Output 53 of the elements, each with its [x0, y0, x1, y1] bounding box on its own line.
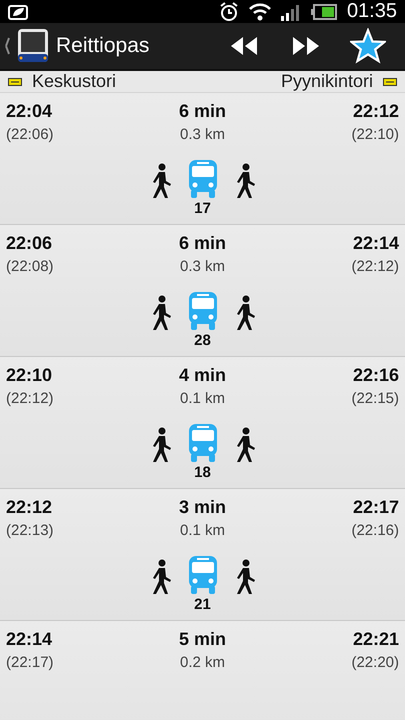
arrival-time: 22:16	[352, 365, 399, 386]
wifi-icon	[248, 2, 271, 20]
scheduled-departure: (22:06)	[6, 126, 54, 143]
arrival-time: 22:12	[352, 101, 399, 122]
arrival-time: 22:17	[352, 497, 399, 518]
departure-time: 22:10	[6, 365, 52, 386]
scheduled-departure: (22:13)	[6, 522, 54, 539]
signal-icon	[280, 2, 301, 20]
bus-icon	[188, 292, 218, 330]
rewind-icon	[229, 36, 259, 56]
bus-icon	[188, 424, 218, 462]
scheduled-arrival: (22:15)	[351, 390, 399, 407]
battery-icon	[310, 4, 337, 20]
app-title: Reittiopas	[56, 34, 150, 58]
bus-icon	[188, 160, 218, 198]
star-icon	[350, 28, 386, 64]
duration: 5 min	[178, 629, 226, 650]
duration: 3 min	[178, 497, 226, 518]
bus-icon	[188, 556, 218, 594]
scheduled-departure: (22:17)	[6, 654, 54, 671]
destination-stop: Pyynikintori	[280, 71, 373, 92]
bus-line-number: 21	[194, 596, 211, 613]
scheduled-arrival: (22:10)	[351, 126, 399, 143]
bus-line-number: 18	[194, 464, 211, 481]
origin-stop: Keskustori	[32, 71, 116, 92]
duration: 6 min	[178, 233, 226, 254]
departure-time: 22:12	[6, 497, 52, 518]
duration: 6 min	[178, 101, 226, 122]
arrival-time: 22:21	[352, 629, 399, 650]
distance: 0.3 km	[180, 258, 225, 275]
bus-line-number: 17	[194, 200, 211, 217]
distance: 0.1 km	[180, 522, 225, 539]
leaf-icon	[8, 4, 28, 20]
duration: 4 min	[178, 365, 226, 386]
stop-icon	[383, 78, 397, 86]
fast-forward-icon	[291, 36, 321, 56]
scheduled-arrival: (22:12)	[351, 258, 399, 275]
departure-time: 22:06	[6, 233, 52, 254]
departure-time: 22:04	[6, 101, 52, 122]
scheduled-departure: (22:12)	[6, 390, 54, 407]
departure-time: 22:14	[6, 629, 52, 650]
stop-icon	[8, 78, 22, 86]
alarm-icon	[218, 2, 239, 22]
app-logo-icon[interactable]	[4, 28, 50, 64]
distance: 0.2 km	[180, 654, 225, 671]
arrival-time: 22:14	[352, 233, 399, 254]
distance: 0.3 km	[180, 126, 225, 143]
scheduled-arrival: (22:20)	[351, 654, 399, 671]
scheduled-departure: (22:08)	[6, 258, 54, 275]
bus-line-number: 28	[194, 332, 211, 349]
distance: 0.1 km	[180, 390, 225, 407]
scheduled-arrival: (22:16)	[351, 522, 399, 539]
status-time: 01:35	[346, 0, 397, 23]
